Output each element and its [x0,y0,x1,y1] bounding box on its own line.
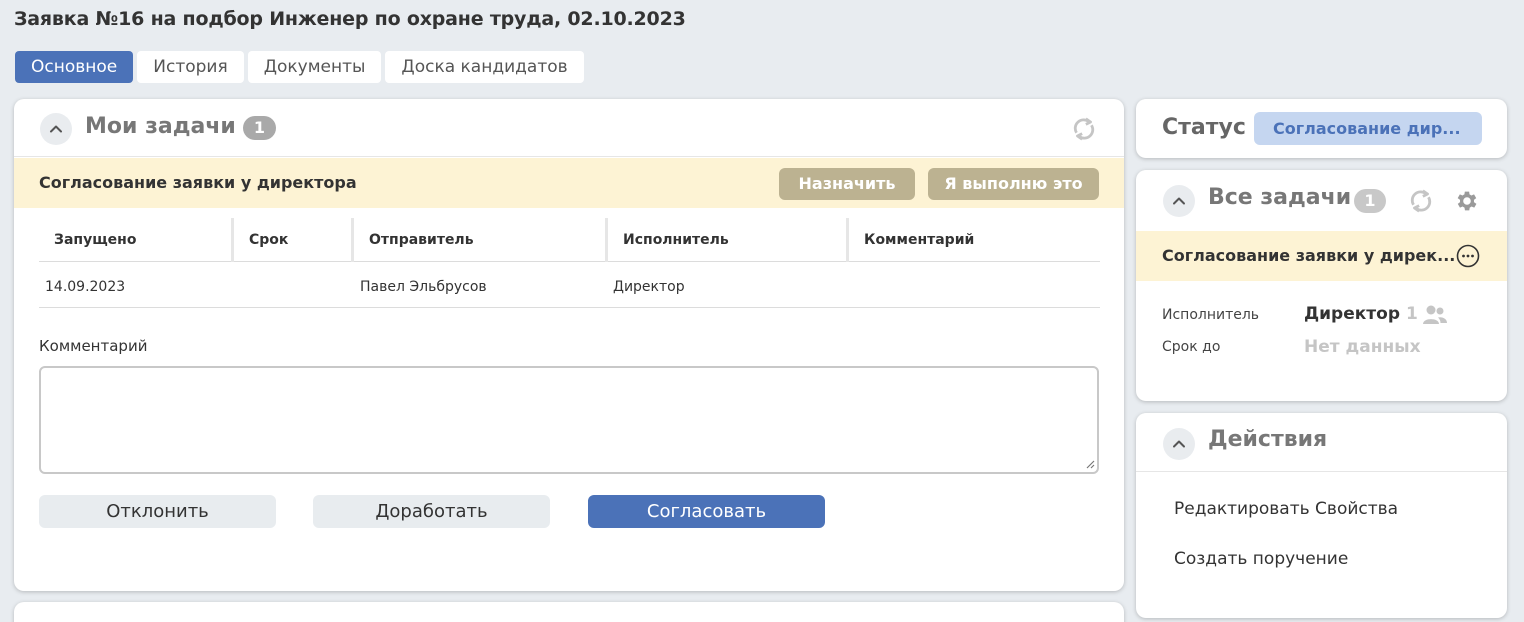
my-tasks-title: Мои задачи [85,114,236,139]
tab-history[interactable]: История [137,51,244,83]
rework-button[interactable]: Доработать [313,495,550,528]
chevron-up-icon [1173,197,1185,205]
refresh-button[interactable] [1069,114,1099,144]
column-header-started: Запущено [54,232,137,248]
all-tasks-count-badge: 1 [1354,189,1386,213]
my-tasks-header: Мои задачи 1 [14,99,1124,157]
column-header-sender: Отправитель [351,218,605,262]
collapse-button[interactable] [1163,185,1195,217]
collapse-button[interactable] [1163,428,1195,460]
chevron-up-icon [1173,440,1185,448]
status-badge[interactable]: Согласование дир... [1254,112,1482,145]
all-tasks-title: Все задачи [1208,185,1352,210]
executor-value: Директор [1304,304,1400,324]
cell-started: 14.09.2023 [45,279,126,295]
edit-properties-link[interactable]: Редактировать Свойства [1174,499,1398,519]
take-task-button[interactable]: Я выполню это [928,168,1099,200]
collapse-button[interactable] [40,113,72,145]
tasks-table-header: Запущено Срок Отправитель Исполнитель Ко… [39,218,1100,262]
comment-textarea[interactable] [39,366,1099,474]
refresh-icon [1073,117,1095,141]
create-assignment-link[interactable]: Создать поручение [1174,549,1348,569]
chevron-up-icon [50,125,62,133]
reject-button[interactable]: Отклонить [39,495,276,528]
cell-executor: Директор [613,279,685,295]
resize-handle-icon[interactable] [1085,459,1095,469]
refresh-icon [1410,189,1432,213]
column-header-deadline: Срок [231,218,351,262]
approve-button[interactable]: Согласовать [588,495,825,528]
tab-main[interactable]: Основное [15,51,134,83]
my-tasks-count-badge: 1 [243,116,276,140]
deadline-value: Нет данных [1304,337,1421,357]
more-options-icon[interactable] [1456,244,1480,268]
column-header-comment: Комментарий [846,218,1100,262]
page-title: Заявка №16 на подбор Инженер по охране т… [14,8,686,30]
my-tasks-panel: Мои задачи 1 Согласование заявки у дирек… [14,99,1124,591]
executor-label: Исполнитель [1162,307,1260,323]
refresh-button[interactable] [1406,186,1436,216]
actions-panel: Действия Редактировать Свойства Создать … [1136,413,1507,618]
tab-documents[interactable]: Документы [247,51,382,83]
users-icon [1423,305,1447,324]
status-panel: Статус Согласование дир... [1136,99,1507,158]
all-task-title: Согласование заявки у дирек... [1162,246,1456,265]
assign-button[interactable]: Назначить [779,168,915,200]
gear-icon [1457,191,1477,211]
bottom-panel [14,602,1124,622]
settings-button[interactable] [1452,186,1482,216]
task-title: Согласование заявки у директора [39,173,357,192]
actions-title: Действия [1208,427,1328,452]
deadline-label: Срок до [1162,339,1221,355]
divider [1136,471,1507,472]
tab-bar: Основное История Документы Доска кандида… [15,51,584,83]
tab-candidates-board[interactable]: Доска кандидатов [385,51,584,83]
cell-sender: Павел Эльбрусов [360,279,487,295]
all-task-highlight-bar[interactable]: Согласование заявки у дирек... [1136,231,1507,281]
comment-label: Комментарий [39,337,148,355]
column-header-executor: Исполнитель [605,218,846,262]
table-row[interactable]: 14.09.2023 Павел Эльбрусов Директор [39,263,1100,308]
task-highlight-bar: Согласование заявки у директора Назначит… [14,158,1124,208]
status-label: Статус [1162,115,1246,140]
all-tasks-panel: Все задачи 1 Согласование заявки у дирек… [1136,170,1507,401]
executor-count: 1 [1406,304,1418,324]
